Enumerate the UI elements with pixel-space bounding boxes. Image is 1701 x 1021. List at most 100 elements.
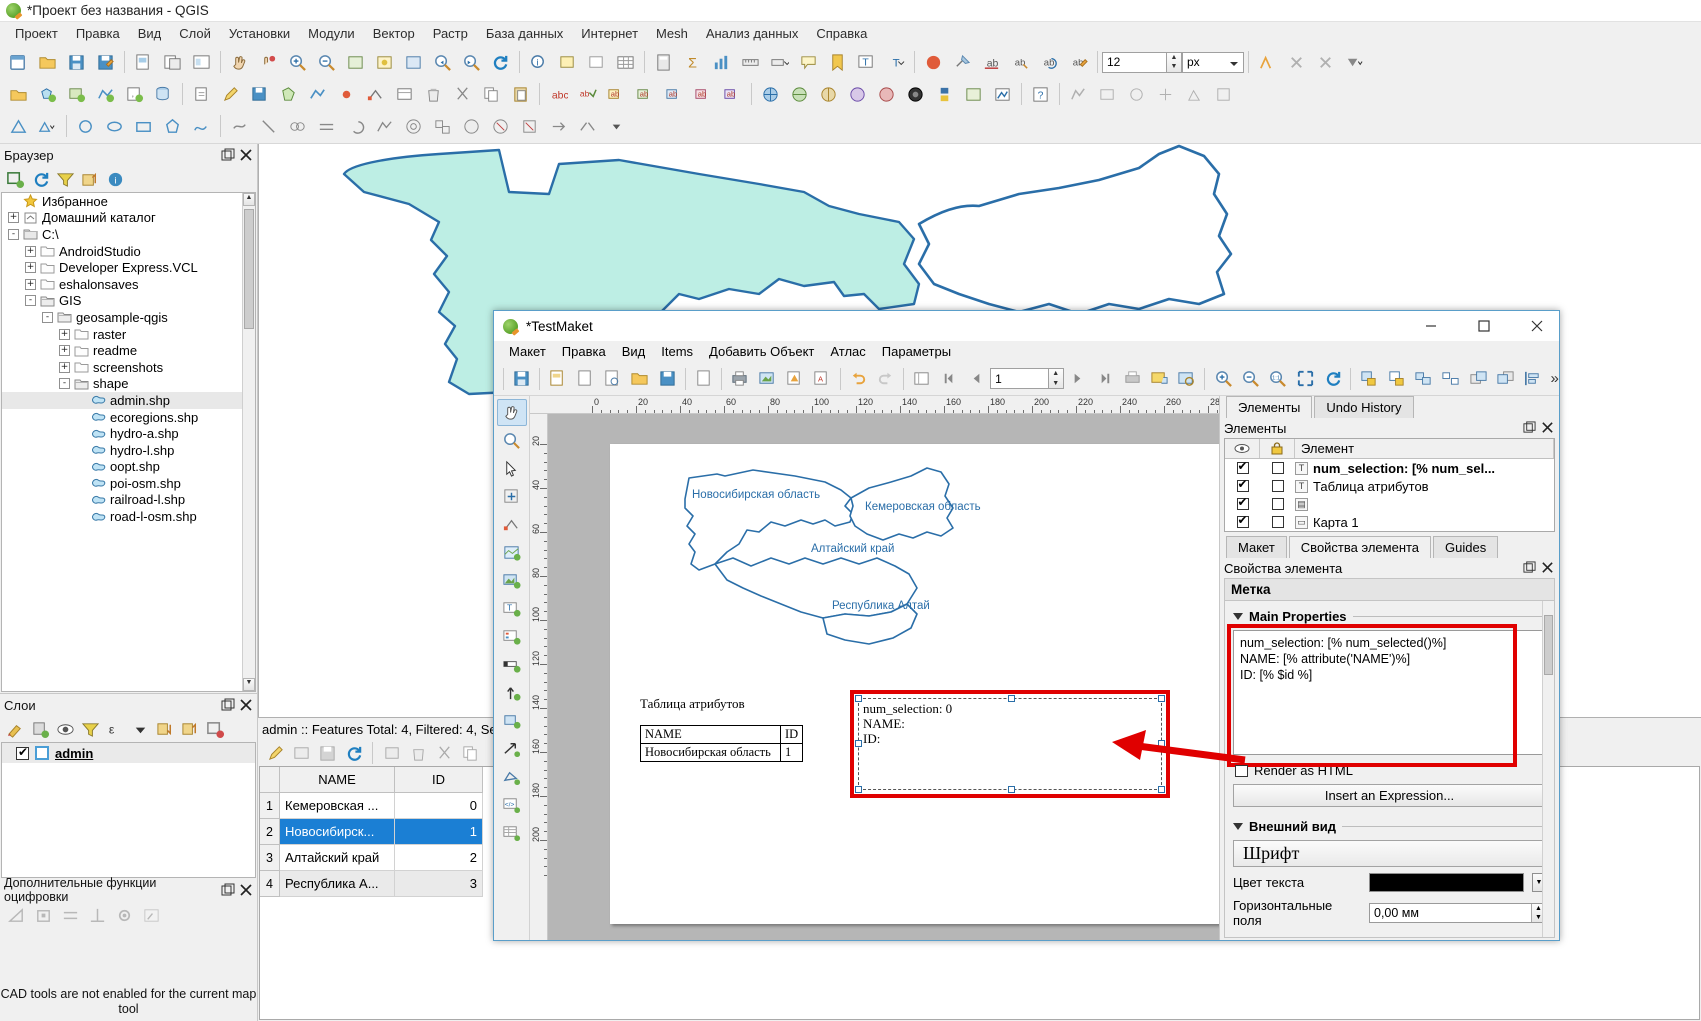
reshape-features-icon[interactable] — [226, 113, 253, 140]
tree-expander[interactable] — [76, 461, 87, 472]
tree-expander[interactable]: + — [59, 362, 70, 373]
browser-tree-item[interactable]: -geosample-qgis — [2, 309, 255, 326]
layout-menu-layout[interactable]: Макет — [501, 343, 554, 360]
item-lock-checkbox[interactable] — [1272, 498, 1284, 510]
atlas-page-field[interactable]: 1 ▲▼ — [990, 368, 1064, 389]
cell-name[interactable]: Алтайский край — [280, 845, 395, 871]
copy-features-icon[interactable] — [478, 81, 505, 108]
undo-icon[interactable] — [845, 365, 870, 392]
manage-visibility-icon[interactable] — [54, 718, 76, 740]
layout-page[interactable]: Новосибирская область Кемеровская област… — [610, 444, 1219, 924]
zoom-out-icon[interactable] — [1238, 365, 1263, 392]
add-group-icon[interactable] — [29, 718, 51, 740]
add-vector-layer-icon[interactable] — [34, 81, 61, 108]
zoom-last-icon[interactable] — [429, 49, 456, 76]
items-list-row[interactable]: Tnum_selection: [% num_sel... — [1225, 459, 1554, 477]
layout-menu-view[interactable]: Вид — [614, 343, 654, 360]
tab-guides[interactable]: Guides — [1433, 536, 1498, 558]
font-units-select[interactable]: px — [1182, 52, 1244, 73]
appearance-group-header[interactable]: Внешний вид — [1233, 819, 1546, 834]
tree-expander[interactable]: + — [8, 212, 19, 223]
add-map-icon[interactable] — [497, 539, 527, 566]
raise-items-icon[interactable] — [1465, 365, 1490, 392]
label-toolbar-c-icon[interactable]: ab — [661, 81, 688, 108]
mesh-d-icon[interactable] — [1152, 81, 1179, 108]
export-svg-icon[interactable] — [782, 365, 807, 392]
label-toolbar-a-icon[interactable]: ab — [603, 81, 630, 108]
new-project-icon[interactable] — [5, 49, 32, 76]
toggle-editing-icon[interactable] — [217, 81, 244, 108]
fill-ring-icon[interactable] — [458, 113, 485, 140]
item-lock-checkbox[interactable] — [1272, 462, 1284, 474]
delete-feature-icon[interactable] — [407, 742, 429, 764]
collapse-triangle-icon[interactable] — [1233, 823, 1243, 830]
export-atlas-image-icon[interactable] — [1147, 365, 1172, 392]
cell-name[interactable]: Республика А... — [280, 871, 395, 897]
browser-tree-item[interactable]: admin.shp — [2, 392, 255, 409]
resize-handle-w[interactable] — [855, 740, 862, 747]
browser-tree-item[interactable]: +Домашний каталог — [2, 210, 255, 227]
label-toolbar-e-icon[interactable]: ab — [719, 81, 746, 108]
menu-settings[interactable]: Установки — [220, 24, 299, 43]
add-shape-icon[interactable] — [497, 707, 527, 734]
tab-layout[interactable]: Макет — [1226, 536, 1287, 558]
browser-tree-item[interactable]: ecoregions.shp — [2, 409, 255, 426]
layout-menu-add-item[interactable]: Добавить Объект — [701, 343, 822, 360]
rotate-label-icon[interactable]: ab — [1036, 49, 1063, 76]
regular-polygon-icon[interactable] — [159, 113, 186, 140]
zoom-next-icon[interactable] — [458, 49, 485, 76]
simplify-feature-icon[interactable] — [371, 113, 398, 140]
split-features-icon[interactable] — [255, 113, 282, 140]
zoom-full-page-icon[interactable] — [1292, 365, 1317, 392]
font-size-field[interactable]: 12 ▲▼ — [1102, 52, 1182, 73]
browser-tree-item[interactable]: Избранное — [2, 193, 255, 210]
browser-tree-item[interactable]: poi-osm.shp — [2, 475, 255, 492]
menu-layer[interactable]: Слой — [170, 24, 220, 43]
item-lock-cell[interactable] — [1260, 498, 1295, 510]
items-rows[interactable]: Tnum_selection: [% num_sel...TТаблица ат… — [1225, 459, 1554, 531]
modify-attributes-icon[interactable] — [391, 81, 418, 108]
layout-paper-area[interactable]: Новосибирская область Кемеровская област… — [548, 414, 1219, 940]
globe-c-icon[interactable] — [815, 81, 842, 108]
cell-id[interactable]: 0 — [395, 793, 483, 819]
vertex-tool-icon[interactable] — [362, 81, 389, 108]
menu-vector[interactable]: Вектор — [364, 24, 424, 43]
properties-tabs[interactable]: Макет Свойства элемента Guides — [1220, 536, 1559, 558]
align-left-icon[interactable] — [1520, 365, 1545, 392]
layer-labeling-icon[interactable]: ab — [574, 81, 601, 108]
save-project-as-icon[interactable] — [92, 49, 119, 76]
layout-menu-items[interactable]: Items — [653, 343, 701, 360]
tree-expander[interactable] — [8, 196, 19, 207]
atlas-preview-icon[interactable] — [909, 365, 934, 392]
items-list-row[interactable]: ▤ — [1225, 495, 1554, 513]
zoom-to-layer-icon[interactable] — [400, 49, 427, 76]
item-visibility-cell[interactable] — [1225, 498, 1260, 510]
atlas-last-icon[interactable] — [1092, 365, 1117, 392]
save-edits-icon[interactable] — [316, 742, 338, 764]
browser-float-icon[interactable] — [221, 148, 235, 162]
mesh-f-icon[interactable] — [1210, 81, 1237, 108]
lock-items-icon[interactable] — [1356, 365, 1381, 392]
multi-edit-icon[interactable] — [290, 742, 312, 764]
item-lock-cell[interactable] — [1260, 462, 1295, 474]
collapse-triangle-icon[interactable] — [1233, 613, 1243, 620]
collapse-all-layers-icon[interactable] — [179, 718, 201, 740]
highlight-pinned-labels-icon[interactable] — [1254, 49, 1281, 76]
python-console-icon[interactable] — [931, 81, 958, 108]
tree-expander[interactable] — [76, 412, 87, 423]
page-setup-icon[interactable] — [691, 365, 716, 392]
item-visibility-cell[interactable] — [1225, 516, 1260, 528]
horizontal-margin-field[interactable]: 0,00 мм ▲▼ — [1369, 903, 1546, 923]
group-items-icon[interactable] — [1411, 365, 1436, 392]
freehand-icon[interactable] — [188, 113, 215, 140]
digitize-shape-dropdown-icon[interactable] — [34, 113, 61, 140]
copy-icon[interactable] — [459, 742, 481, 764]
atlas-prev-icon[interactable] — [964, 365, 989, 392]
browser-tree-item[interactable]: oopt.shp — [2, 459, 255, 476]
open-data-source-manager-icon[interactable] — [5, 81, 32, 108]
lower-items-icon[interactable] — [1493, 365, 1518, 392]
item-visibility-checkbox[interactable] — [1237, 480, 1249, 492]
add-raster-layer-icon[interactable] — [63, 81, 90, 108]
menu-data-analysis[interactable]: Анализ данных — [697, 24, 808, 43]
lock-icon[interactable] — [32, 904, 54, 926]
